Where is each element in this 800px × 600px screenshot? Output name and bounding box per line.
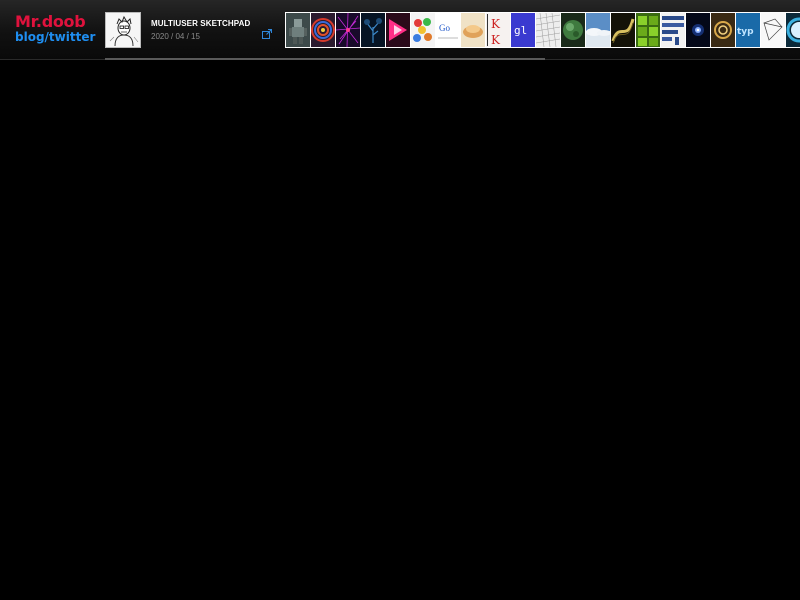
google-gravity-label: Go	[439, 23, 450, 33]
header-bar: Mr.doob blog/twitter MULTIUSER SKETCHPAD…	[0, 0, 800, 60]
orange-swirl-thumb[interactable]	[461, 13, 485, 47]
feature-title[interactable]: MULTIUSER SKETCHPAD	[151, 19, 250, 28]
feature-date: 2020 / 04 / 15	[151, 32, 200, 41]
color-ring-thumb[interactable]	[786, 13, 800, 47]
green-cubes-thumb[interactable]	[636, 13, 660, 47]
sky-clouds-thumb[interactable]	[586, 13, 610, 47]
gl-label: gl	[514, 24, 527, 37]
google-gravity-thumb[interactable]: Go	[436, 13, 460, 47]
robot-thumb[interactable]	[286, 13, 310, 47]
logo: Mr.doob blog/twitter	[15, 13, 95, 45]
k-letters-thumb[interactable]: K K	[486, 13, 510, 47]
type-label: typ	[737, 27, 754, 37]
blue-blocks-thumb[interactable]	[661, 13, 685, 47]
progress-bar	[105, 58, 545, 60]
purple-lines-thumb[interactable]	[336, 13, 360, 47]
gold-swirl-thumb[interactable]	[711, 13, 735, 47]
external-link-icon[interactable]	[262, 26, 272, 39]
colored-balls-thumb[interactable]	[411, 13, 435, 47]
wireframe-thumb[interactable]	[761, 13, 785, 47]
k-letter-label: K	[491, 17, 501, 31]
green-planet-thumb[interactable]	[561, 13, 585, 47]
yellow-ribbon-thumb[interactable]	[611, 13, 635, 47]
blog-twitter-link[interactable]: blog/twitter	[15, 30, 95, 45]
concentric-rings-thumb[interactable]	[311, 13, 335, 47]
glow-star-thumb[interactable]	[686, 13, 710, 47]
sketch-portrait-icon	[106, 13, 140, 47]
thumbnail-strip: Go K K gl typ	[285, 12, 800, 48]
white-mesh-thumb[interactable]	[536, 13, 560, 47]
type-thumb[interactable]: typ	[736, 13, 760, 47]
featured-thumbnail[interactable]	[105, 12, 141, 48]
pink-triangles-thumb[interactable]	[386, 13, 410, 47]
k-letter-label-lower: K	[491, 33, 501, 47]
gl-thumb[interactable]: gl	[511, 13, 535, 47]
dark-tree-thumb[interactable]	[361, 13, 385, 47]
logo-title-link[interactable]: Mr.doob	[15, 13, 95, 30]
sketchpad-canvas[interactable]	[0, 61, 800, 600]
